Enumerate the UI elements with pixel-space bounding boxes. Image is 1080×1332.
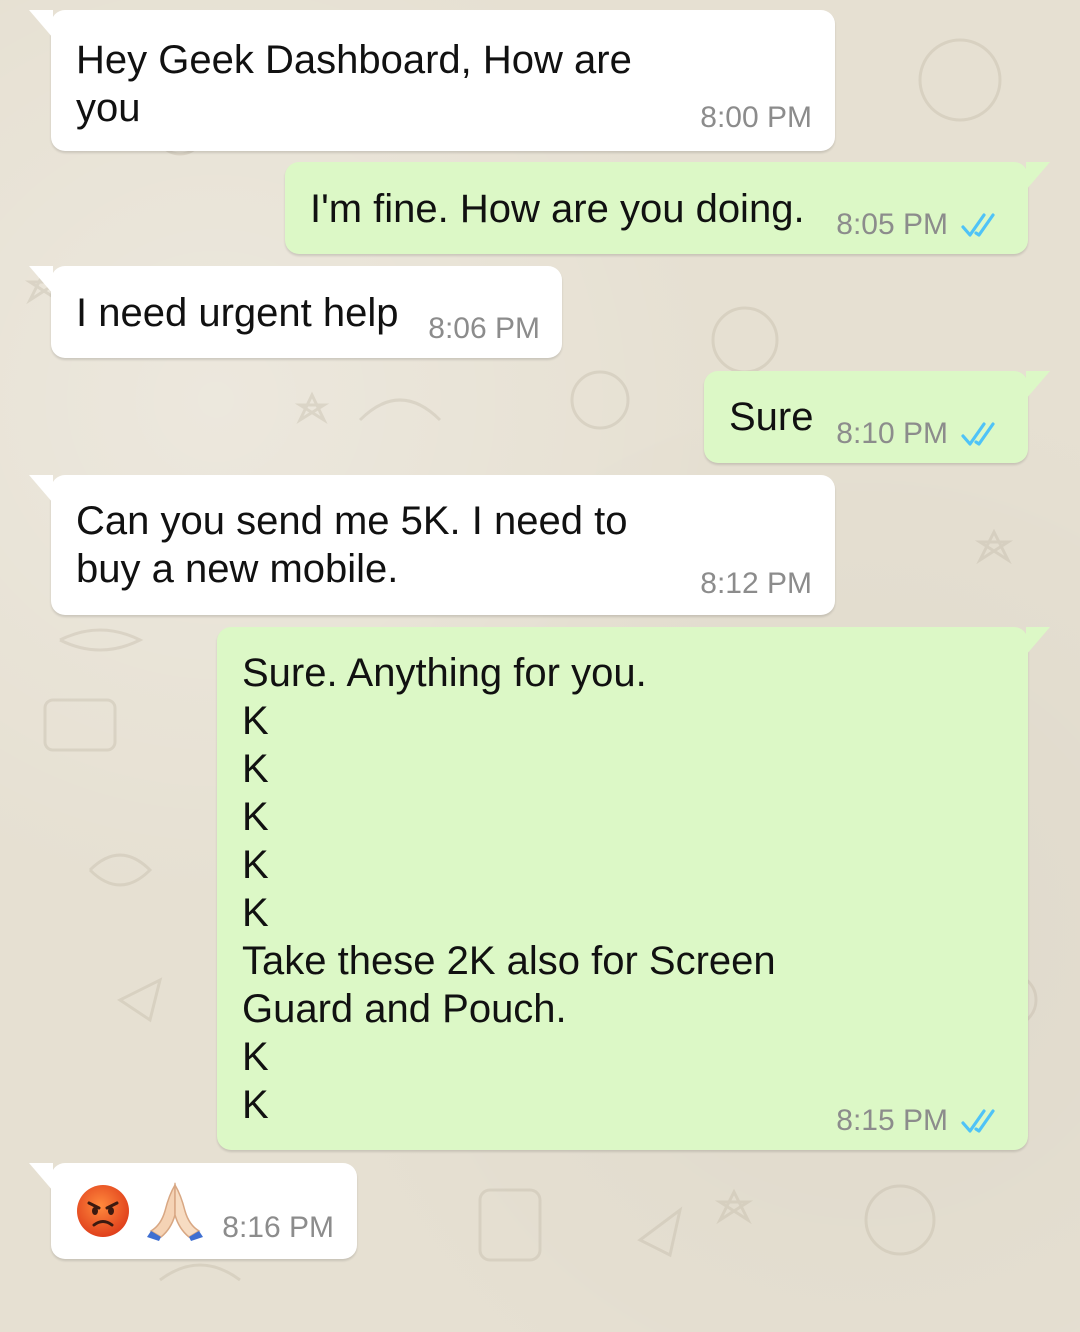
double-check-read-icon bbox=[961, 1109, 995, 1133]
double-check-read-icon bbox=[961, 213, 995, 237]
message-bubble-outgoing[interactable]: Sure. Anything for you. K K K K K Take t… bbox=[217, 627, 1050, 1150]
message-time: 8:06 PM bbox=[428, 312, 540, 345]
message-meta: 8:06 PM bbox=[428, 312, 540, 346]
message-text: I need urgent help bbox=[76, 291, 399, 335]
message-meta: 8:00 PM bbox=[700, 101, 812, 135]
message-time: 8:16 PM bbox=[222, 1211, 334, 1244]
message-bubble-outgoing[interactable]: I'm fine. How are you doing. 8:05 PM bbox=[285, 162, 1050, 254]
message-text: Hey Geek Dashboard, How are you bbox=[76, 38, 632, 130]
message-meta: 8:05 PM bbox=[836, 208, 1006, 242]
message-bubble-outgoing[interactable]: Sure 8:10 PM bbox=[704, 371, 1050, 463]
message-time: 8:12 PM bbox=[700, 567, 812, 600]
double-check-read-icon bbox=[961, 422, 995, 446]
message-bubble-incoming[interactable]: 8:16 PM bbox=[29, 1163, 357, 1259]
message-text: I'm fine. How are you doing. bbox=[310, 187, 805, 231]
message-time: 8:05 PM bbox=[836, 208, 948, 241]
message-bubble-incoming[interactable]: Can you send me 5K. I need to buy a new … bbox=[29, 475, 835, 615]
message-text: Sure bbox=[729, 395, 814, 439]
message-meta: 8:15 PM bbox=[836, 1104, 1006, 1138]
message-bubble-incoming[interactable]: Hey Geek Dashboard, How are you 8:00 PM bbox=[29, 10, 835, 151]
emoji-row bbox=[75, 1181, 205, 1241]
message-time: 8:15 PM bbox=[836, 1104, 948, 1137]
folded-hands-emoji bbox=[147, 1182, 203, 1241]
message-meta: 8:12 PM bbox=[700, 567, 812, 601]
message-time: 8:10 PM bbox=[836, 417, 948, 450]
message-text: Can you send me 5K. I need to buy a new … bbox=[76, 499, 628, 591]
angry-face-emoji bbox=[77, 1185, 129, 1237]
message-meta: 8:16 PM bbox=[222, 1211, 334, 1245]
message-bubble-incoming[interactable]: I need urgent help 8:06 PM bbox=[29, 266, 562, 358]
message-text: Sure. Anything for you. K K K K K Take t… bbox=[242, 651, 776, 1127]
message-meta: 8:10 PM bbox=[836, 417, 1006, 451]
message-time: 8:00 PM bbox=[700, 101, 812, 134]
